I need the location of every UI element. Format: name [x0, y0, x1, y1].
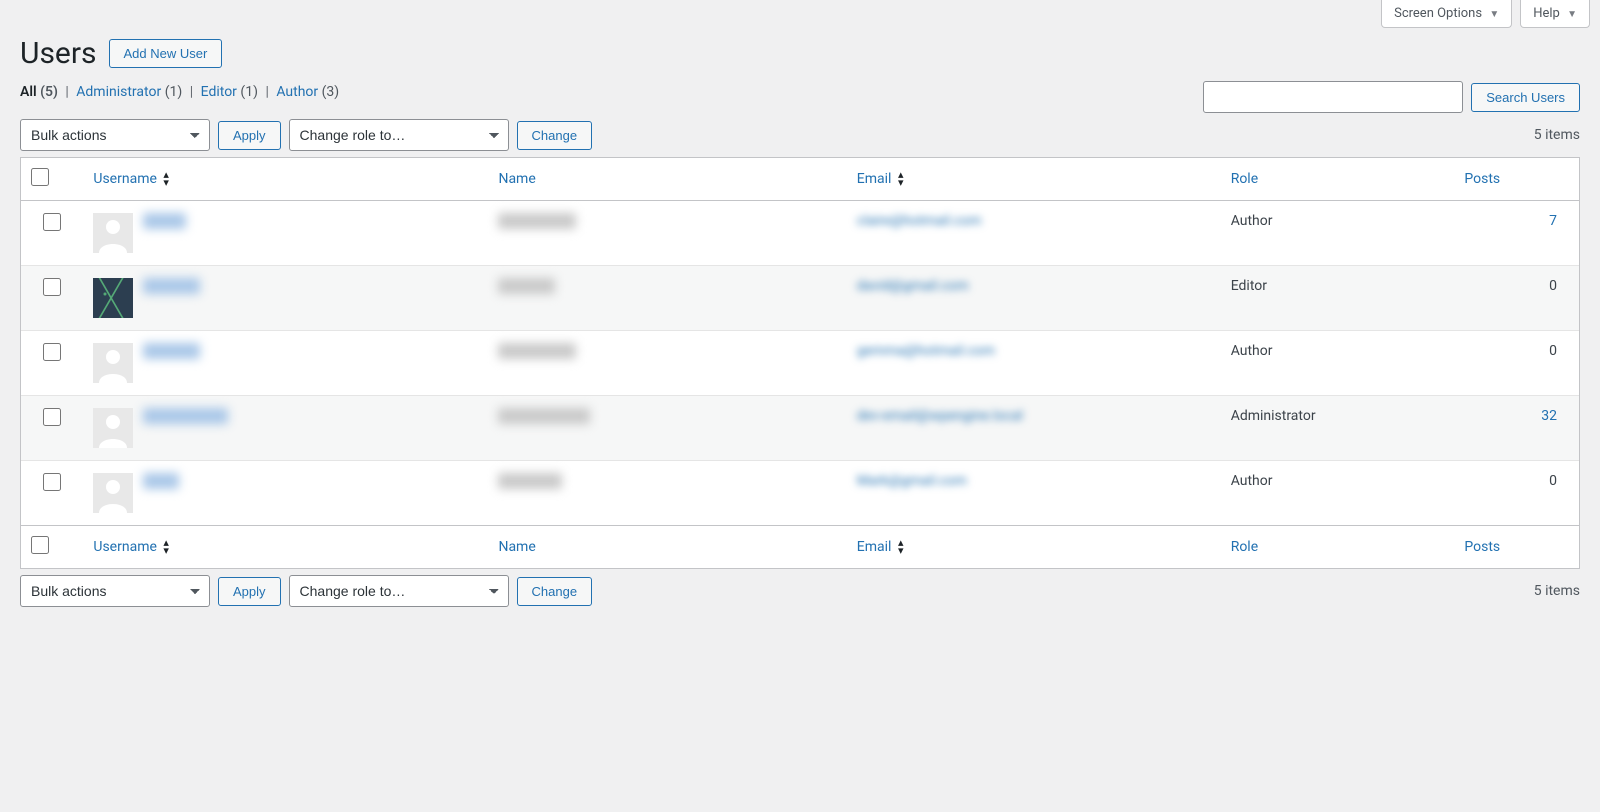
- user-email-link[interactable]: claire@hotmail.com: [857, 213, 982, 229]
- change-role-select-top[interactable]: Change role to…: [289, 119, 509, 151]
- user-name: xxxxxxx: [498, 278, 836, 296]
- change-role-select-bottom[interactable]: Change role to…: [289, 575, 509, 607]
- user-role: Editor: [1221, 266, 1455, 331]
- search-users-input[interactable]: [1203, 81, 1463, 113]
- user-name: xxxxxxxxxx: [498, 343, 836, 361]
- help-tab[interactable]: Help ▼: [1520, 0, 1590, 28]
- posts-count-link[interactable]: 32: [1541, 408, 1557, 424]
- user-name: xxxxxxxx: [498, 473, 836, 491]
- avatar: [93, 473, 133, 513]
- username-link[interactable]: xxxx: [143, 473, 179, 491]
- user-email-link[interactable]: gemma@hotmail.com: [857, 343, 995, 359]
- user-role: Author: [1221, 461, 1455, 525]
- table-row: xxxxx xxxxxxxxxx claire@hotmail.com Auth…: [21, 201, 1579, 266]
- posts-count-link[interactable]: 7: [1549, 213, 1557, 229]
- screen-options-label: Screen Options: [1394, 6, 1482, 21]
- row-checkbox[interactable]: [43, 213, 61, 231]
- user-email-link[interactable]: dev-email@wpengine.local: [857, 408, 1023, 424]
- bulk-actions-select-top[interactable]: Bulk actions: [20, 119, 210, 151]
- user-name: xxxxxxxxxxxx: [498, 408, 836, 426]
- items-count-bottom: 5 items: [1534, 583, 1580, 599]
- column-footer-posts[interactable]: Posts: [1454, 525, 1579, 568]
- column-footer-name[interactable]: Name: [488, 525, 846, 568]
- posts-count: 0: [1549, 343, 1557, 359]
- sort-icon: ▴▾: [163, 171, 169, 187]
- column-footer-email[interactable]: Email ▴▾: [847, 525, 1221, 568]
- row-checkbox[interactable]: [43, 408, 61, 426]
- users-table: Username ▴▾ Name Email ▴▾ Role Posts xxx…: [20, 157, 1580, 569]
- select-all-bottom[interactable]: [31, 536, 49, 554]
- avatar: [93, 343, 133, 383]
- role-filter-links: All (5) | Administrator (1) | Editor (1)…: [0, 84, 359, 110]
- table-row: xxxxxxxxxxx xxxxxxxxxxxx dev-email@wpeng…: [21, 396, 1579, 461]
- column-footer-username[interactable]: Username ▴▾: [83, 525, 488, 568]
- avatar: [93, 408, 133, 448]
- username-link[interactable]: xxxxx: [143, 213, 186, 231]
- select-all-top[interactable]: [31, 168, 49, 186]
- apply-bulk-button-bottom[interactable]: Apply: [218, 577, 281, 606]
- apply-bulk-button-top[interactable]: Apply: [218, 121, 281, 150]
- user-email-link[interactable]: Mark@gmail.com: [857, 473, 967, 489]
- page-title: Users: [20, 36, 97, 71]
- avatar: [93, 213, 133, 253]
- user-name: xxxxxxxxxx: [498, 213, 836, 231]
- user-role: Author: [1221, 201, 1455, 266]
- chevron-down-icon: ▼: [1489, 9, 1499, 20]
- filter-administrator[interactable]: Administrator: [76, 84, 164, 100]
- column-footer-role[interactable]: Role: [1221, 525, 1455, 568]
- bulk-actions-select-bottom[interactable]: Bulk actions: [20, 575, 210, 607]
- row-checkbox[interactable]: [43, 278, 61, 296]
- change-role-button-top[interactable]: Change: [517, 121, 593, 150]
- chevron-down-icon: ▼: [1567, 9, 1577, 20]
- posts-count: 0: [1549, 278, 1557, 294]
- sort-icon: ▴▾: [163, 539, 169, 555]
- search-users-button[interactable]: Search Users: [1471, 83, 1580, 112]
- add-new-user-button[interactable]: Add New User: [109, 39, 223, 68]
- filter-all[interactable]: All (5): [20, 84, 61, 100]
- user-email-link[interactable]: david@gmail.com: [857, 278, 969, 294]
- table-row: xxxx xxxxxxxx Mark@gmail.com Author 0: [21, 461, 1579, 525]
- column-header-email[interactable]: Email ▴▾: [847, 158, 1221, 201]
- row-checkbox[interactable]: [43, 343, 61, 361]
- column-header-username[interactable]: Username ▴▾: [83, 158, 488, 201]
- username-link[interactable]: xxxxxxx: [143, 343, 200, 361]
- table-row: xxxxxxx xxxxxxx david@gmail.com Editor 0: [21, 266, 1579, 331]
- screen-options-tab[interactable]: Screen Options ▼: [1381, 0, 1512, 28]
- sort-icon: ▴▾: [898, 539, 904, 555]
- column-header-posts[interactable]: Posts: [1454, 158, 1579, 201]
- row-checkbox[interactable]: [43, 473, 61, 491]
- column-header-name[interactable]: Name: [488, 158, 846, 201]
- user-role: Author: [1221, 331, 1455, 396]
- filter-editor[interactable]: Editor: [201, 84, 241, 100]
- username-link[interactable]: xxxxxxx: [143, 278, 200, 296]
- table-row: xxxxxxx xxxxxxxxxx gemma@hotmail.com Aut…: [21, 331, 1579, 396]
- column-header-role[interactable]: Role: [1221, 158, 1455, 201]
- help-label: Help: [1533, 6, 1560, 21]
- user-role: Administrator: [1221, 396, 1455, 461]
- items-count-top: 5 items: [1534, 127, 1580, 143]
- filter-author[interactable]: Author: [276, 84, 321, 100]
- sort-icon: ▴▾: [898, 171, 904, 187]
- username-link[interactable]: xxxxxxxxxxx: [143, 408, 227, 426]
- change-role-button-bottom[interactable]: Change: [517, 577, 593, 606]
- posts-count: 0: [1549, 473, 1557, 489]
- avatar: [93, 278, 133, 318]
